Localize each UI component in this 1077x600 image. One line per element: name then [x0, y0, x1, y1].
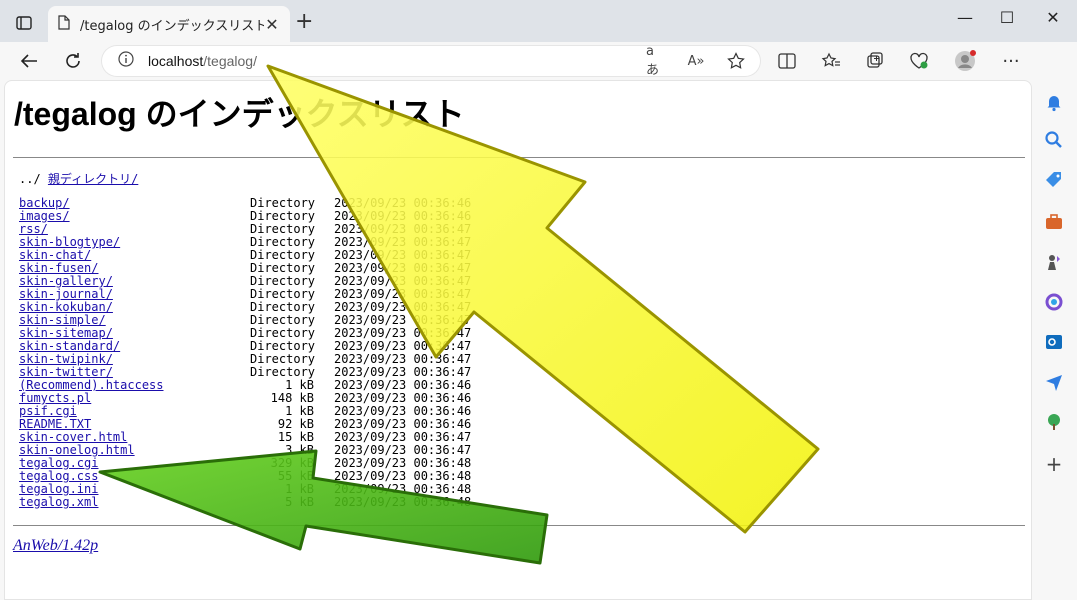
bottom-divider [13, 525, 1025, 526]
top-divider [13, 157, 1025, 158]
more-menu-icon[interactable]: ··· [1000, 50, 1022, 72]
file-size: 5 kB [285, 495, 314, 509]
split-screen-icon[interactable] [776, 50, 798, 72]
active-tab[interactable]: /tegalog のインデックスリスト ✕ [48, 6, 290, 42]
read-aloud-icon[interactable]: A» [686, 52, 706, 70]
parent-directory-row: ../ 親ディレクトリ/ [19, 170, 138, 187]
add-sidebar-app-icon[interactable]: + [1044, 454, 1064, 474]
parent-prefix: ../ [19, 172, 41, 186]
browser-toolbar: localhost/tegalog/ aあ A» ··· [0, 42, 1077, 80]
tree-icon[interactable] [1044, 412, 1064, 432]
modified-date: 2023/09/23 00:36:48 [334, 495, 472, 509]
shopping-tag-icon[interactable] [1044, 170, 1064, 190]
url-text: localhost/tegalog/ [148, 53, 257, 69]
tab-strip: /tegalog のインデックスリスト ✕ + — ☐ ✕ [0, 0, 1077, 42]
profile-avatar[interactable] [954, 50, 976, 72]
parent-directory-link[interactable]: 親ディレクトリ/ [48, 172, 138, 186]
site-info-icon[interactable] [118, 51, 134, 71]
page-icon [58, 14, 70, 34]
minimize-button[interactable]: — [955, 8, 975, 27]
tab-actions-icon[interactable] [10, 9, 38, 37]
edge-sidebar: + [1032, 42, 1077, 600]
tab-title: /tegalog のインデックスリスト [80, 18, 264, 34]
bell-icon[interactable] [1044, 92, 1064, 112]
server-signature-link[interactable]: AnWeb/1.42p [13, 537, 98, 555]
microsoft-365-icon[interactable] [1044, 292, 1064, 312]
close-window-button[interactable]: ✕ [1043, 8, 1063, 27]
file-link[interactable]: tegalog.xml [19, 496, 98, 509]
close-tab-icon[interactable]: ✕ [264, 15, 280, 34]
refresh-button[interactable] [60, 48, 86, 74]
address-bar[interactable]: localhost/tegalog/ aあ A» [102, 44, 760, 78]
tools-briefcase-icon[interactable] [1044, 212, 1064, 232]
maximize-button[interactable]: ☐ [997, 8, 1017, 27]
back-button[interactable] [16, 48, 42, 74]
translate-icon[interactable]: aあ [646, 44, 666, 78]
outlook-icon[interactable] [1044, 332, 1064, 352]
favorites-icon[interactable] [820, 50, 842, 72]
page-content: /tegalog のインデックスリスト ../ 親ディレクトリ/ backup/… [4, 80, 1032, 600]
favorite-star-icon[interactable] [726, 52, 746, 70]
send-icon[interactable] [1044, 372, 1064, 392]
games-icon[interactable] [1044, 252, 1064, 272]
new-tab-button[interactable]: + [295, 11, 313, 33]
search-icon[interactable] [1044, 130, 1064, 150]
page-title: /tegalog のインデックスリスト [14, 96, 465, 132]
browser-essentials-icon[interactable] [908, 50, 930, 72]
collections-icon[interactable] [864, 50, 886, 72]
